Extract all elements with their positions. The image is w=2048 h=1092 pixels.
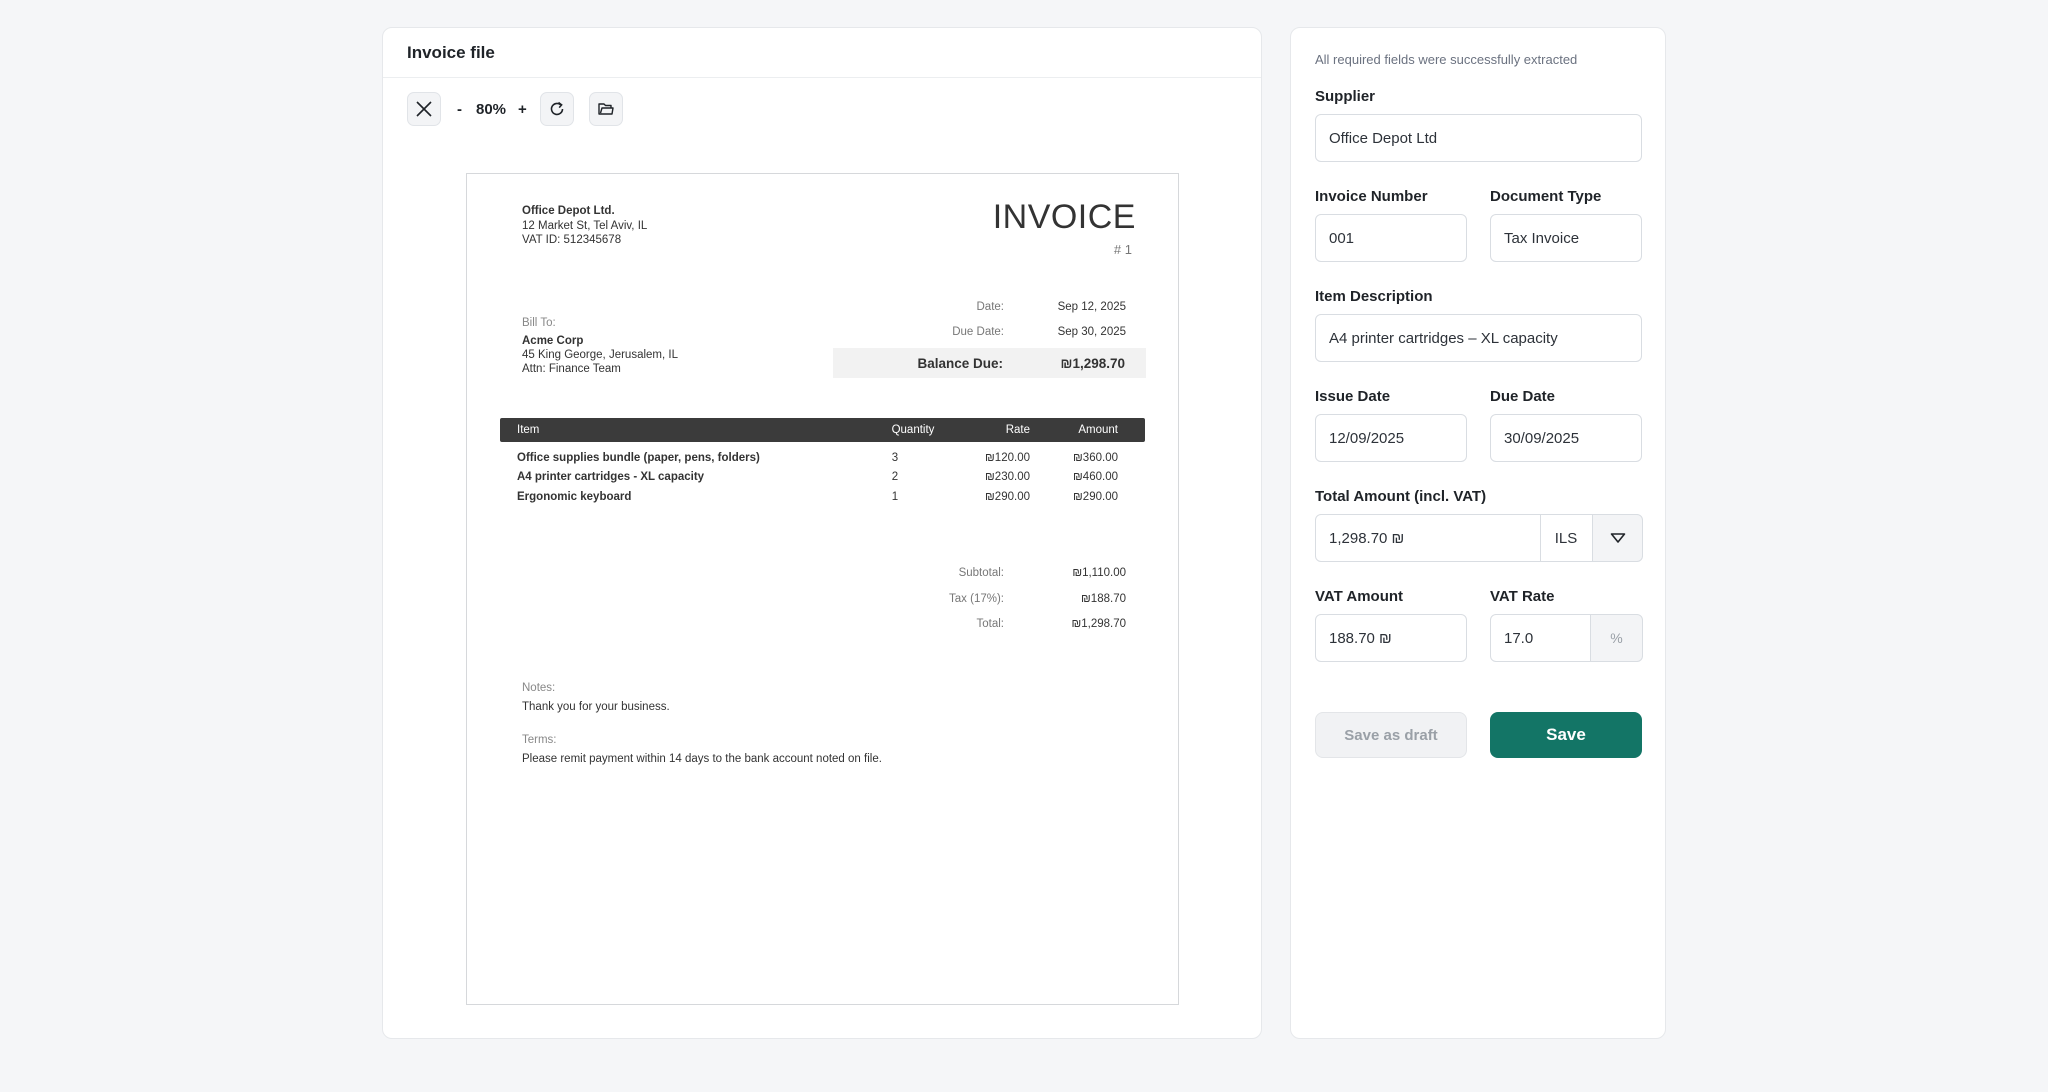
item-description-field[interactable] xyxy=(1315,314,1642,362)
column-header: Rate xyxy=(1005,424,1030,436)
vat-rate-field[interactable] xyxy=(1490,614,1591,662)
due-date-label: Due Date xyxy=(1490,388,1556,405)
currency-dropdown-button[interactable] xyxy=(1592,514,1643,562)
notes-block: Notes: Thank you for your business. xyxy=(522,681,670,714)
due-date-row: Due Date: Sep 30, 2025 xyxy=(884,326,1126,338)
zoom-out-button[interactable]: - xyxy=(457,101,462,118)
supplier-field[interactable] xyxy=(1315,114,1642,162)
invoice-document: Office Depot Ltd. 12 Market St, Tel Aviv… xyxy=(466,173,1179,1005)
item-qty: 1 xyxy=(891,491,899,503)
vat-amount-label: VAT Amount xyxy=(1315,588,1404,605)
due-date-label: Due Date: xyxy=(952,326,1004,338)
bill-to-block: Bill To: Acme Corp 45 King George, Jerus… xyxy=(522,316,678,376)
total-value: ₪1,298.70 xyxy=(1071,618,1126,630)
terms-label: Terms: xyxy=(522,734,557,746)
currency-select[interactable]: ILS xyxy=(1540,514,1593,562)
item-name: Office supplies bundle (paper, pens, fol… xyxy=(517,452,760,464)
balance-due-label: Balance Due: xyxy=(917,355,1003,371)
tax-value: ₪188.70 xyxy=(1081,593,1126,605)
chevron-down-icon xyxy=(1610,533,1625,543)
column-header: Amount xyxy=(1078,424,1118,436)
item-description-label: Item Description xyxy=(1315,288,1433,305)
viewer-toolbar: - 80% + xyxy=(407,92,623,126)
sender-company: Office Depot Ltd. xyxy=(522,205,615,217)
notes-text: Thank you for your business. xyxy=(522,701,670,713)
sender-address: 12 Market St, Tel Aviv, IL xyxy=(522,219,648,232)
invoice-heading: INVOICE xyxy=(992,198,1136,236)
item-rate: ₪290.00 xyxy=(985,491,1030,503)
document-type-label: Document Type xyxy=(1490,188,1602,205)
balance-due-row: Balance Due: ₪1,298.70 xyxy=(833,348,1146,378)
sender-block: Office Depot Ltd. 12 Market St, Tel Aviv… xyxy=(522,204,647,248)
column-header: Item xyxy=(517,424,540,436)
sender-vat: VAT ID: 512345678 xyxy=(522,234,622,246)
bill-to-attn: Attn: Finance Team xyxy=(522,363,621,375)
zoom-in-button[interactable]: + xyxy=(518,101,527,118)
item-qty: 3 xyxy=(891,452,899,464)
item-amount: ₪460.00 xyxy=(1073,471,1118,483)
total-amount-field[interactable] xyxy=(1315,514,1541,562)
refresh-icon xyxy=(550,101,564,116)
extraction-form-panel: All required fields were successfully ex… xyxy=(1290,27,1666,1039)
vat-rate-label: VAT Rate xyxy=(1490,588,1555,605)
issue-date-label: Issue Date xyxy=(1315,388,1391,405)
date-label: Date: xyxy=(976,301,1005,313)
item-rate: ₪230.00 xyxy=(985,471,1030,483)
zoom-level: 80% xyxy=(476,100,507,118)
items-table-header: Item Quantity Rate Amount xyxy=(500,418,1145,442)
invoice-number-field[interactable] xyxy=(1315,214,1467,262)
rotate-button[interactable] xyxy=(539,92,574,126)
table-row: A4 printer cartridges - XL capacity 2 ₪2… xyxy=(500,471,1145,483)
item-amount: ₪290.00 xyxy=(1073,491,1118,503)
due-date-value: Sep 30, 2025 xyxy=(1057,326,1126,338)
tax-row: Tax (17%): ₪188.70 xyxy=(864,593,1126,605)
bill-to-address: 45 King George, Jerusalem, IL xyxy=(522,349,678,361)
item-amount: ₪360.00 xyxy=(1073,452,1118,464)
table-row: Ergonomic keyboard 1 ₪290.00 ₪290.00 xyxy=(500,491,1145,503)
viewer-header: Invoice file xyxy=(383,28,1261,78)
open-file-button[interactable] xyxy=(588,92,623,126)
notes-label: Notes: xyxy=(522,682,556,694)
table-row: Office supplies bundle (paper, pens, fol… xyxy=(500,452,1145,464)
subtotal-label: Subtotal: xyxy=(958,567,1004,579)
total-row: Total: ₪1,298.70 xyxy=(864,618,1127,630)
column-header: Quantity xyxy=(891,424,935,436)
tax-label: Tax (17%): xyxy=(949,593,1004,605)
due-date-field[interactable] xyxy=(1490,414,1642,462)
document-type-field[interactable] xyxy=(1490,214,1642,262)
subtotal-row: Subtotal: ₪1,110.00 xyxy=(864,567,1126,579)
viewer-title: Invoice file xyxy=(407,42,495,62)
close-icon xyxy=(416,101,432,117)
date-value: Sep 12, 2025 xyxy=(1057,301,1126,313)
vat-amount-field[interactable] xyxy=(1315,614,1467,662)
invoice-viewer-panel: Invoice file - 80% + Office Depot Ltd. 1… xyxy=(382,27,1262,1039)
bill-to-name: Acme Corp xyxy=(522,335,584,347)
item-name: Ergonomic keyboard xyxy=(517,491,632,503)
close-button[interactable] xyxy=(407,92,441,126)
save-button[interactable]: Save xyxy=(1490,712,1642,758)
balance-due-value: ₪1,298.70 xyxy=(1060,355,1125,371)
terms-text: Please remit payment within 14 days to t… xyxy=(522,753,882,765)
bill-to-label: Bill To: xyxy=(522,317,556,329)
extraction-status: All required fields were successfully ex… xyxy=(1315,52,1578,67)
issue-date-field[interactable] xyxy=(1315,414,1467,462)
item-name: A4 printer cartridges - XL capacity xyxy=(517,471,705,483)
item-qty: 2 xyxy=(891,471,899,483)
date-row: Date: Sep 12, 2025 xyxy=(884,301,1127,313)
subtotal-value: ₪1,110.00 xyxy=(1072,567,1126,579)
invoice-number: # 1 xyxy=(1113,242,1132,257)
supplier-label: Supplier xyxy=(1315,88,1376,105)
item-rate: ₪120.00 xyxy=(985,452,1030,464)
total-label: Total: xyxy=(976,618,1005,630)
save-as-draft-button[interactable]: Save as draft xyxy=(1315,712,1467,758)
invoice-number-label: Invoice Number xyxy=(1315,188,1428,205)
folder-icon xyxy=(598,103,614,115)
vat-rate-unit: % xyxy=(1590,614,1643,662)
terms-block: Terms: Please remit payment within 14 da… xyxy=(522,733,882,766)
total-amount-label: Total Amount (incl. VAT) xyxy=(1315,488,1487,505)
